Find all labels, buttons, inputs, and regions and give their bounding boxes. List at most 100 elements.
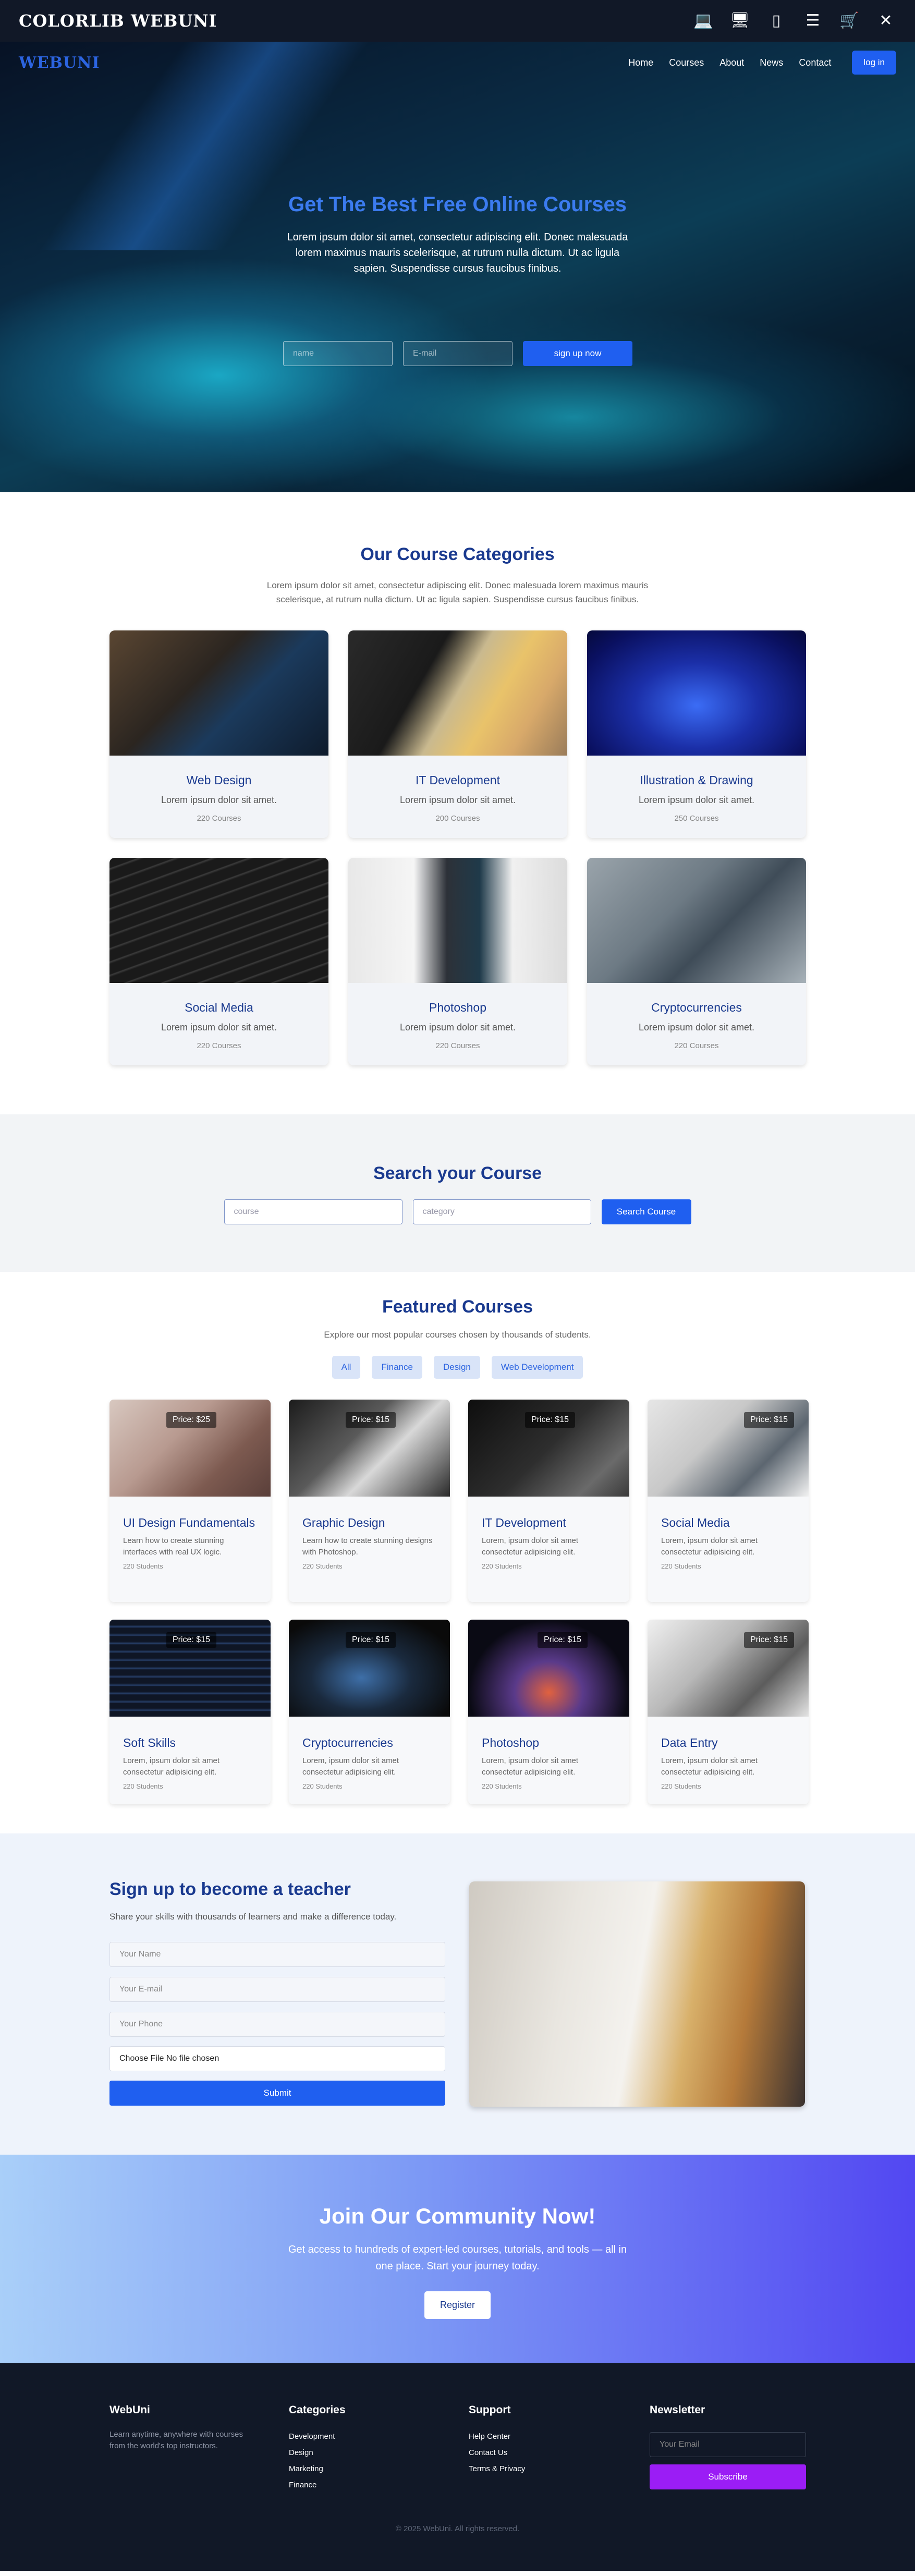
hero-name-input[interactable]: name [283, 341, 393, 366]
course-desc: Learn how to create stunning interfaces … [123, 1536, 224, 1557]
laptop-icon[interactable]: 💻 [693, 10, 714, 31]
footer-link-terms[interactable]: Terms & Privacy [469, 2464, 525, 2473]
category-count: 220 Courses [197, 1041, 241, 1050]
footer-link-development[interactable]: Development [289, 2432, 346, 2441]
course-price: Price: $15 [524, 1412, 575, 1428]
course-card[interactable]: Price: $25 UI Design Fundamentals Learn … [109, 1400, 271, 1602]
category-card[interactable]: Social Media Lorem ipsum dolor sit amet.… [109, 858, 328, 1065]
demo-topbar: COLORLIB WEBUNI 💻 🖥 ▯ ☰ 🛒 ✕ [0, 0, 915, 42]
hero-text: Lorem ipsum dolor sit amet, consectetur … [287, 232, 628, 274]
category-card[interactable]: Illustration & Drawing Lorem ipsum dolor… [587, 630, 806, 838]
mobile-icon[interactable]: ▯ [766, 10, 787, 31]
footer-link-help-center[interactable]: Help Center [469, 2432, 525, 2441]
course-card[interactable]: Price: $15 IT Development Lorem, ipsum d… [468, 1400, 629, 1602]
category-image [587, 858, 806, 983]
course-card[interactable]: Price: $15 Data Entry Lorem, ipsum dolor… [648, 1620, 809, 1804]
join-text: Get access to hundreds of expert-led cou… [288, 2244, 627, 2272]
course-price: Price: $15 [743, 1632, 794, 1648]
category-title: Photoshop [429, 1001, 486, 1014]
featured-section: Featured Courses Explore our most popula… [0, 1272, 915, 1804]
course-desc: Lorem, ipsum dolor sit amet consectetur … [302, 1756, 399, 1777]
course-title: UI Design Fundamentals [123, 1516, 255, 1529]
login-button[interactable]: log in [852, 51, 896, 75]
teacher-signup-section: Sign up to become a teacher Share your s… [0, 1833, 915, 2155]
category-card[interactable]: Cryptocurrencies Lorem ipsum dolor sit a… [587, 858, 806, 1065]
join-title: Join Our Community Now! [319, 2204, 596, 2228]
footer-link-design[interactable]: Design [289, 2448, 346, 2457]
footer-link-contact-us[interactable]: Contact Us [469, 2448, 525, 2457]
category-image [109, 630, 328, 756]
filter-all[interactable]: All [332, 1356, 361, 1379]
file-upload-input[interactable]: Choose File No file chosen [109, 2046, 445, 2071]
newsletter-email-input[interactable]: Your Email [650, 2432, 806, 2457]
hero-email-input[interactable]: E-mail [403, 341, 513, 366]
course-title: Soft Skills [123, 1736, 176, 1749]
category-image [348, 630, 567, 756]
course-students: 220 Students [302, 1782, 343, 1790]
teacher-email-input[interactable]: Your E-mail [109, 1977, 445, 2002]
search-course-button[interactable]: Search Course [601, 1199, 691, 1224]
hero-signup-button[interactable]: sign up now [523, 341, 632, 366]
course-image: Price: $15 [289, 1620, 450, 1717]
course-students: 220 Students [123, 1782, 163, 1790]
site-logo[interactable]: WEBUNI [19, 54, 100, 72]
team-meeting-photo [469, 1881, 805, 2107]
desktop-icon[interactable]: 🖥 [729, 10, 750, 31]
register-button[interactable]: Register [424, 2291, 491, 2319]
category-desc: Lorem ipsum dolor sit amet. [161, 795, 277, 805]
nav-link-home[interactable]: Home [628, 57, 653, 68]
teacher-name-input[interactable]: Your Name [109, 1942, 445, 1967]
category-image [348, 858, 567, 983]
nav-link-contact[interactable]: Contact [799, 57, 831, 68]
filter-design[interactable]: Design [433, 1356, 480, 1379]
categories-title: Our Course Categories [360, 544, 555, 564]
footer-link-finance[interactable]: Finance [289, 2481, 346, 2489]
teacher-submit-button[interactable]: Submit [109, 2081, 445, 2106]
course-image: Price: $15 [648, 1400, 809, 1497]
course-price: Price: $15 [537, 1632, 588, 1648]
category-search-input[interactable]: category [412, 1199, 591, 1224]
nav-link-courses[interactable]: Courses [669, 57, 704, 68]
course-price: Price: $15 [743, 1412, 794, 1428]
category-count: 200 Courses [435, 814, 480, 823]
category-card[interactable]: IT Development Lorem ipsum dolor sit ame… [348, 630, 567, 838]
cart-icon[interactable]: 🛒 [839, 10, 860, 31]
footer-link-marketing[interactable]: Marketing [289, 2464, 346, 2473]
hero-section: WEBUNI Home Courses About News Contact l… [0, 42, 915, 492]
course-title: IT Development [482, 1516, 566, 1529]
category-desc: Lorem ipsum dolor sit amet. [638, 795, 755, 805]
course-card[interactable]: Price: $15 Social Media Lorem, ipsum dol… [648, 1400, 809, 1602]
nav-link-news[interactable]: News [760, 57, 783, 68]
course-students: 220 Students [123, 1562, 163, 1570]
course-card[interactable]: Price: $15 Graphic Design Learn how to c… [289, 1400, 450, 1602]
category-title: Social Media [185, 1001, 253, 1014]
hero-title: Get The Best Free Online Courses [288, 193, 627, 216]
category-title: IT Development [416, 773, 500, 787]
close-icon[interactable]: ✕ [875, 10, 896, 31]
filter-web-development[interactable]: Web Development [491, 1356, 583, 1379]
join-community-section: Join Our Community Now! Get access to hu… [0, 2155, 915, 2363]
course-students: 220 Students [482, 1562, 522, 1570]
footer-brand: WebUni [109, 2404, 150, 2416]
categories-section: Our Course Categories Lorem ipsum dolor … [0, 492, 915, 1065]
course-image: Price: $25 [109, 1400, 271, 1497]
course-card[interactable]: Price: $15 Photoshop Lorem, ipsum dolor … [468, 1620, 629, 1804]
copyright: © 2025 WebUni. All rights reserved. [395, 2524, 520, 2533]
course-card[interactable]: Price: $15 Soft Skills Lorem, ipsum dolo… [109, 1620, 271, 1804]
teacher-phone-input[interactable]: Your Phone [109, 2012, 445, 2037]
course-title: Data Entry [661, 1736, 718, 1749]
course-desc: Lorem, ipsum dolor sit amet consectetur … [482, 1756, 579, 1777]
list-icon[interactable]: ☰ [802, 10, 823, 31]
nav-link-about[interactable]: About [719, 57, 744, 68]
filter-finance[interactable]: Finance [372, 1356, 422, 1379]
search-section: Search your Course course category Searc… [0, 1114, 915, 1272]
course-search-input[interactable]: course [224, 1199, 402, 1224]
footer-categories-title: Categories [289, 2404, 346, 2416]
category-card[interactable]: Photoshop Lorem ipsum dolor sit amet. 22… [348, 858, 567, 1065]
category-card[interactable]: Web Design Lorem ipsum dolor sit amet. 2… [109, 630, 328, 838]
course-card[interactable]: Price: $15 Cryptocurrencies Lorem, ipsum… [289, 1620, 450, 1804]
subscribe-button[interactable]: Subscribe [650, 2464, 806, 2489]
search-title: Search your Course [373, 1163, 542, 1183]
category-count: 220 Courses [674, 1041, 719, 1050]
category-count: 250 Courses [674, 814, 719, 823]
